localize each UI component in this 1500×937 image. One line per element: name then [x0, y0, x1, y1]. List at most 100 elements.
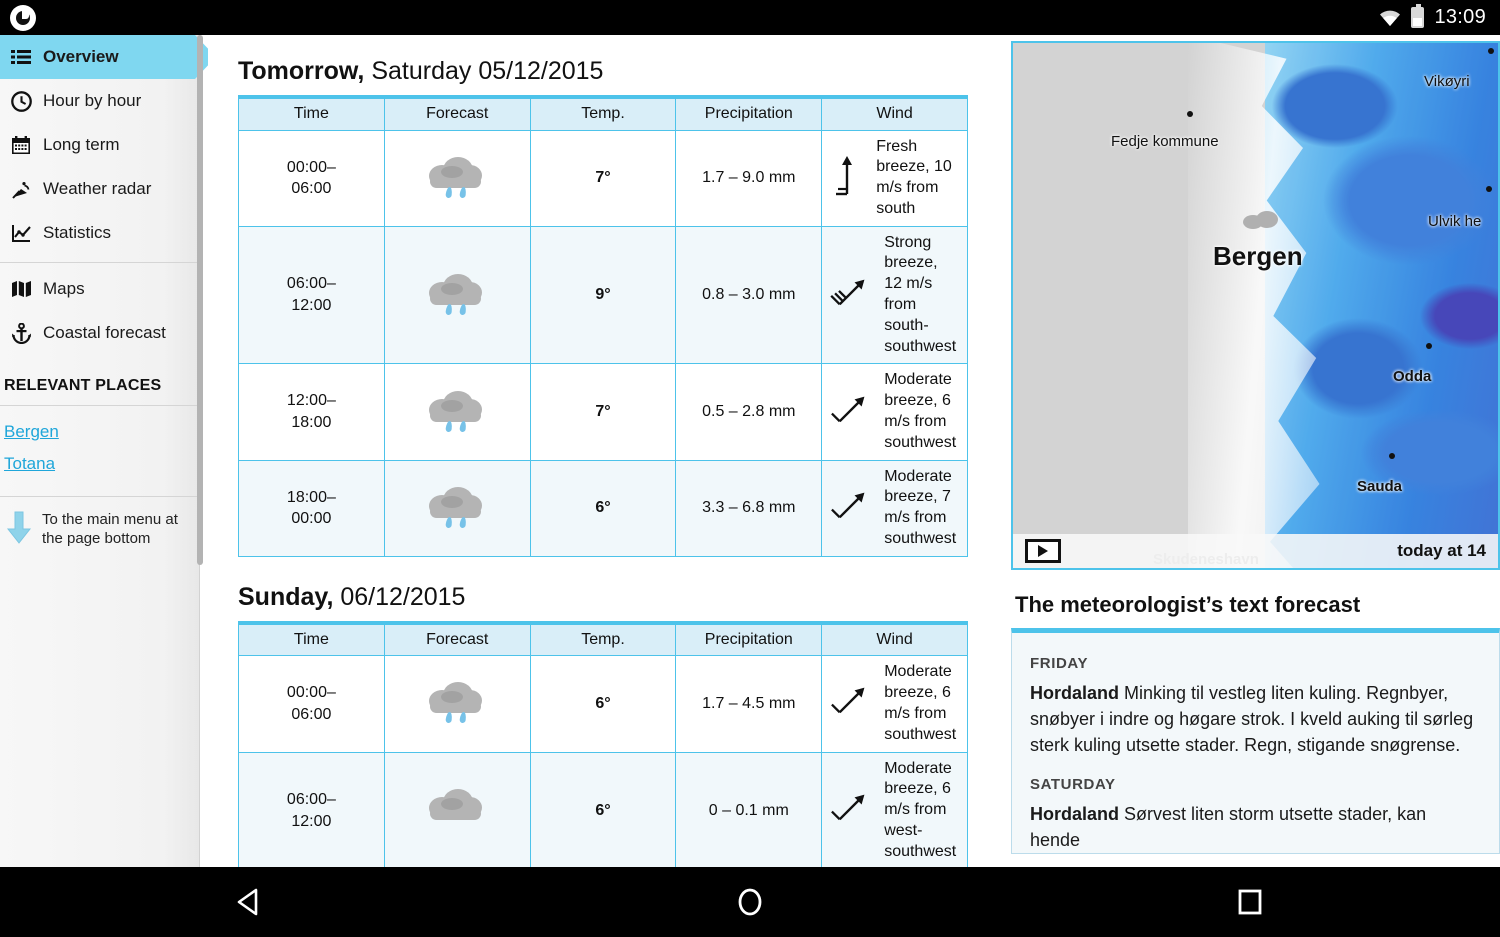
table-row: 12:00– 18:00 7° 0.5 – 2.8 mm Moderate br…: [238, 363, 968, 461]
map-label-bergen: Bergen: [1213, 241, 1303, 271]
day-heading-bold: Tomorrow,: [238, 57, 365, 85]
list-icon: [10, 46, 32, 68]
text-forecast-heading: The meteorologist’s text forecast: [1015, 592, 1361, 617]
col-temp: Temp.: [529, 622, 677, 657]
cell-precipitation: 1.7 – 4.5 mm: [675, 655, 823, 753]
map-dot: [1486, 186, 1492, 192]
cloud-rain-icon: [425, 387, 489, 433]
col-wind: Wind: [821, 622, 968, 657]
col-time: Time: [238, 622, 385, 657]
cell-forecast-symbol: [383, 129, 531, 227]
back-icon[interactable]: [180, 879, 320, 925]
wind-description: Strong breeze, 12 m/s from south-southwe…: [884, 233, 957, 355]
cell-forecast-symbol: [383, 225, 531, 365]
cell-time: 06:00– 12:00: [238, 751, 385, 867]
cell-temperature: 9°: [529, 225, 677, 365]
table-row: 00:00– 06:00 7° 1.7 – 9.0 mm Fresh breez…: [238, 129, 968, 227]
cell-forecast-symbol: [383, 363, 531, 461]
sidebar-item-label: Statistics: [43, 223, 112, 242]
bergen-cloud-marker-icon: [1241, 209, 1281, 231]
cell-forecast-symbol: [383, 655, 531, 753]
forecast-table-tomorrow: Time Forecast Temp. Precipitation Wind 0…: [238, 95, 968, 557]
home-icon[interactable]: [680, 879, 820, 925]
map-label-sauda: Sauda: [1357, 478, 1403, 495]
cell-time: 12:00– 18:00: [238, 363, 385, 461]
app-content: Overview Hour by hour Long term Weather …: [0, 35, 1500, 867]
col-precipitation: Precipitation: [675, 97, 823, 131]
sidebar-item-coastal-forecast[interactable]: Coastal forecast: [0, 311, 199, 355]
cell-wind: Moderate breeze, 6 m/s from southwest: [821, 655, 968, 753]
sidebar-item-label: Maps: [43, 279, 85, 298]
sidebar-scrollbar[interactable]: [196, 35, 204, 867]
wind-description: Moderate breeze, 6 m/s from southwest: [884, 371, 957, 451]
cell-wind: Moderate breeze, 6 m/s from southwest: [821, 363, 968, 461]
sidebar-divider: [0, 262, 199, 263]
cell-precipitation: 3.3 – 6.8 mm: [675, 459, 823, 557]
col-temp: Temp.: [529, 97, 677, 131]
map-label-ulvik: Ulvik he: [1428, 213, 1482, 230]
sidebar: Overview Hour by hour Long term Weather …: [0, 35, 216, 867]
wind-description: Moderate breeze, 7 m/s from southwest: [884, 467, 957, 548]
col-precipitation: Precipitation: [675, 622, 823, 657]
cell-precipitation: 0 – 0.1 mm: [675, 751, 823, 867]
map-controls-bar: today at 14: [1013, 534, 1498, 568]
yr-logo-icon: [10, 4, 36, 31]
map-dot: [1488, 48, 1494, 54]
sidebar-item-overview[interactable]: Overview: [0, 35, 216, 79]
text-forecast-day-saturday: SATURDAY: [1030, 776, 1116, 794]
forecast-panel: Tomorrow, Saturday 05/12/2015 Time Forec…: [208, 35, 998, 867]
wind-description: Fresh breeze, 10 m/s from south: [876, 137, 952, 217]
scrollbar-thumb[interactable]: [197, 35, 203, 565]
main-menu-hint: To the main menu at the page bottom: [0, 497, 199, 550]
sidebar-item-weather-radar[interactable]: Weather radar: [0, 167, 199, 211]
day-heading-tomorrow: Tomorrow, Saturday 05/12/2015: [238, 57, 998, 86]
sidebar-item-statistics[interactable]: Statistics: [0, 211, 199, 255]
recents-icon[interactable]: [1180, 879, 1320, 925]
cell-time: 00:00– 06:00: [238, 655, 385, 753]
precipitation-map[interactable]: Vikøyri Fedje kommune Ulvik he Bergen Od…: [1011, 41, 1500, 570]
wind-arrow-icon: [830, 390, 872, 435]
cloud-icon: [425, 785, 489, 831]
wind-description: Moderate breeze, 6 m/s from west-southwe…: [884, 759, 957, 860]
col-forecast: Forecast: [383, 622, 531, 657]
clock-icon: [10, 90, 32, 112]
android-navigation-bar: [0, 867, 1500, 937]
wifi-icon: [1379, 9, 1401, 27]
table-header-row: Time Forecast Temp. Precipitation Wind: [238, 97, 968, 131]
table-row: 18:00– 00:00 6° 3.3 – 6.8 mm Moderate br…: [238, 459, 968, 557]
cell-time: 06:00– 12:00: [238, 225, 385, 365]
sidebar-item-label: Long term: [43, 135, 120, 154]
cell-time: 18:00– 00:00: [238, 459, 385, 557]
cell-temperature: 6°: [529, 751, 677, 867]
sidebar-item-maps[interactable]: Maps: [0, 267, 199, 311]
sidebar-item-label: Overview: [43, 47, 119, 66]
battery-icon: [1411, 4, 1425, 28]
map-dot: [1187, 111, 1193, 117]
cell-precipitation: 0.5 – 2.8 mm: [675, 363, 823, 461]
place-link-bergen[interactable]: Bergen: [4, 416, 199, 448]
wind-arrow-icon: [830, 681, 872, 726]
status-icons: 13:09: [1379, 4, 1500, 29]
cell-wind: Fresh breeze, 10 m/s from south: [821, 129, 968, 227]
right-panel: Vikøyri Fedje kommune Ulvik he Bergen Od…: [1011, 35, 1500, 867]
map-dot: [1389, 453, 1395, 459]
text-forecast-day-friday: FRIDAY: [1030, 655, 1089, 672]
text-forecast-card: FRIDAY Hordaland Minking til vestleg lit…: [1011, 628, 1500, 854]
status-bar: 13:09: [0, 0, 1500, 35]
wind-description: Moderate breeze, 6 m/s from southwest: [884, 663, 957, 743]
day-heading-bold: Sunday,: [238, 582, 334, 611]
map-timestamp: today at 14: [1397, 541, 1486, 560]
map-label-fedje-kommune: Fedje kommune: [1111, 133, 1219, 150]
wind-arrow-icon: [830, 486, 872, 531]
sidebar-item-hour-by-hour[interactable]: Hour by hour: [0, 79, 199, 123]
cell-precipitation: 1.7 – 9.0 mm: [675, 129, 823, 227]
table-row: 06:00– 12:00 9° 0.8 – 3.0 mm Strong bree…: [238, 225, 968, 365]
place-link-totana[interactable]: Totana: [4, 448, 199, 480]
wind-arrow-icon: [830, 788, 872, 833]
sidebar-item-long-term[interactable]: Long term: [0, 123, 199, 167]
map-label-vikoyri: Vikøyri: [1424, 73, 1470, 90]
play-icon[interactable]: [1025, 539, 1061, 563]
arrow-down-icon: [6, 511, 32, 550]
cloud-rain-icon: [425, 270, 489, 316]
cell-wind: Strong breeze, 12 m/s from south-southwe…: [821, 225, 968, 365]
